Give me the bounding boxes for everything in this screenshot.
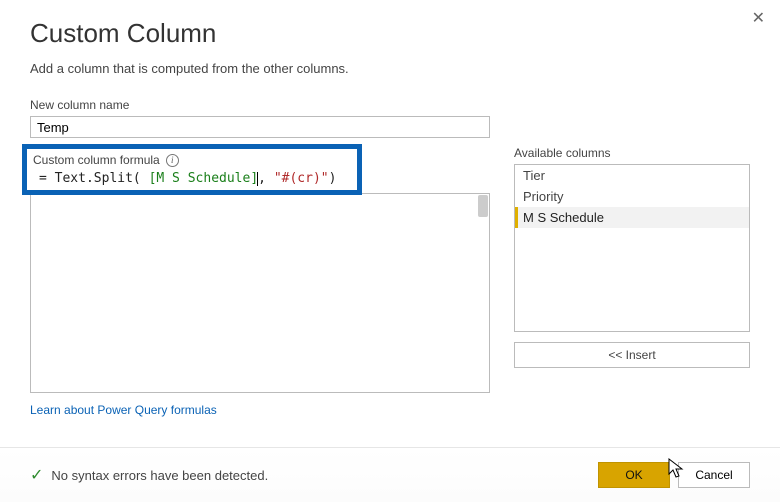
- formula-eq: =: [39, 171, 55, 186]
- column-name-input[interactable]: [30, 116, 490, 138]
- formula-func: Text.Split(: [55, 171, 141, 186]
- column-name-label: New column name: [30, 98, 750, 112]
- formula-sep: ,: [258, 171, 274, 186]
- learn-link[interactable]: Learn about Power Query formulas: [30, 403, 217, 417]
- close-icon[interactable]: ✕: [752, 8, 765, 28]
- available-columns-list[interactable]: Tier Priority M S Schedule: [514, 164, 750, 332]
- formula-label-text: Custom column formula: [33, 153, 160, 167]
- list-item[interactable]: Priority: [515, 186, 749, 207]
- formula-column-ref: [M S Schedule]: [141, 171, 258, 186]
- status-text: No syntax errors have been detected.: [51, 468, 268, 483]
- list-item[interactable]: M S Schedule: [515, 207, 749, 228]
- dialog-title: Custom Column: [30, 18, 750, 49]
- formula-close: ): [329, 171, 337, 186]
- check-icon: ✓: [30, 465, 43, 485]
- formula-input[interactable]: = Text.Split( [M S Schedule], "#(cr)"): [33, 169, 351, 188]
- info-icon[interactable]: i: [166, 154, 179, 167]
- scrollbar-thumb[interactable]: [478, 195, 488, 217]
- ok-button[interactable]: OK: [598, 462, 670, 488]
- list-item[interactable]: Tier: [515, 165, 749, 186]
- formula-string: "#(cr)": [274, 171, 329, 186]
- cancel-button[interactable]: Cancel: [678, 462, 750, 488]
- formula-highlight: Custom column formula i = Text.Split( [M…: [22, 144, 362, 195]
- formula-label: Custom column formula i: [33, 153, 351, 167]
- dialog-subtitle: Add a column that is computed from the o…: [30, 61, 750, 76]
- insert-button[interactable]: << Insert: [514, 342, 750, 368]
- formula-textarea[interactable]: [30, 193, 490, 393]
- dialog-footer: ✓ No syntax errors have been detected. O…: [0, 447, 780, 502]
- status-bar: ✓ No syntax errors have been detected.: [30, 465, 268, 485]
- available-columns-label: Available columns: [514, 146, 750, 160]
